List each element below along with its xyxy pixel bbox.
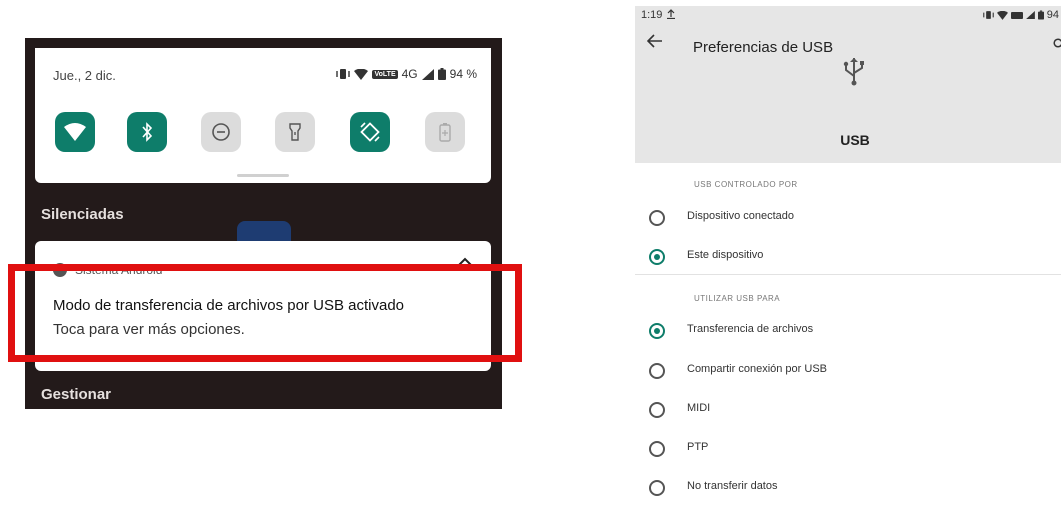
radio-button[interactable]: [649, 441, 665, 457]
vibrate-icon: [336, 69, 351, 79]
qs-tile-wifi[interactable]: [55, 112, 95, 152]
qs-tile-battery-saver[interactable]: [425, 112, 465, 152]
qs-drag-handle[interactable]: [237, 174, 289, 177]
status-time: 1:19: [641, 9, 663, 21]
highlight-box: [8, 264, 522, 362]
upload-icon: [667, 9, 675, 19]
wifi-icon: [64, 123, 86, 141]
option-label: No transferir datos: [687, 480, 778, 492]
battery-percent: 94 %: [449, 67, 477, 81]
option-label: Transferencia de archivos: [687, 323, 814, 335]
bluetooth-icon: [142, 122, 153, 142]
qs-tile-bluetooth[interactable]: [127, 112, 167, 152]
option-label: Compartir conexión por USB: [687, 363, 828, 375]
settings-header: 1:19 94 Preferencias de USB USB: [635, 6, 1061, 163]
usb-header-label: USB: [840, 132, 870, 148]
battery-icon: [437, 68, 446, 80]
network-type: 4G: [401, 67, 418, 81]
option-midi[interactable]: MIDI: [635, 400, 1061, 420]
radio-button-selected[interactable]: [649, 249, 665, 265]
radio-button[interactable]: [649, 210, 665, 226]
page-title: Preferencias de USB: [693, 39, 834, 56]
use-usb-for-heading: UTILIZAR USB PARA: [694, 294, 781, 303]
status-bar-icons: 94: [982, 9, 1059, 21]
battery-icon: [1037, 10, 1044, 20]
flashlight-icon: [289, 123, 301, 141]
search-icon[interactable]: [1053, 38, 1061, 50]
option-no-data-transfer[interactable]: No transferir datos: [635, 478, 1061, 498]
vibrate-icon: [982, 11, 994, 19]
option-connected-device[interactable]: Dispositivo conectado: [635, 208, 1061, 228]
option-label: PTP: [687, 441, 709, 453]
back-arrow-icon[interactable]: [647, 34, 663, 48]
option-usb-tethering[interactable]: Compartir conexión por USB: [635, 361, 1061, 381]
option-label: MIDI: [687, 402, 711, 414]
manage-button[interactable]: Gestionar: [41, 386, 111, 403]
option-ptp[interactable]: PTP: [635, 439, 1061, 459]
signal-icon: [1025, 11, 1035, 19]
auto-rotate-icon: [360, 122, 380, 142]
option-label: Este dispositivo: [687, 249, 764, 261]
volte-icon: [1010, 11, 1023, 19]
do-not-disturb-icon: [212, 123, 230, 141]
usb-icon: [843, 58, 864, 86]
qs-date[interactable]: Jue., 2 dic.: [53, 68, 116, 83]
wifi-status-icon: [354, 68, 369, 80]
radio-button[interactable]: [649, 402, 665, 418]
section-silenced-heading: Silenciadas: [41, 206, 124, 223]
usb-preferences-screen: 1:19 94 Preferencias de USB USB USB CONT…: [635, 6, 1061, 507]
status-icons: VoLTE 4G 94 %: [336, 67, 477, 81]
battery-saver-icon: [439, 123, 451, 142]
quick-settings-panel: Jue., 2 dic. VoLTE 4G 94 %: [35, 48, 491, 183]
option-this-device[interactable]: Este dispositivo: [635, 247, 1061, 267]
option-label: Dispositivo conectado: [687, 210, 795, 222]
radio-button[interactable]: [649, 480, 665, 496]
signal-icon: [421, 68, 434, 80]
wifi-status-icon: [996, 10, 1008, 20]
radio-button-selected[interactable]: [649, 323, 665, 339]
status-bar: 1:19 94: [635, 6, 1061, 24]
controlled-by-heading: USB CONTROLADO POR: [694, 180, 798, 189]
qs-tile-do-not-disturb[interactable]: [201, 112, 241, 152]
section-divider: [635, 274, 1061, 275]
radio-button[interactable]: [649, 363, 665, 379]
option-file-transfer[interactable]: Transferencia de archivos: [635, 321, 1061, 341]
qs-tile-auto-rotate[interactable]: [350, 112, 390, 152]
qs-tile-flashlight[interactable]: [275, 112, 315, 152]
volte-badge: VoLTE: [372, 69, 398, 79]
status-battery: 94: [1046, 9, 1059, 21]
